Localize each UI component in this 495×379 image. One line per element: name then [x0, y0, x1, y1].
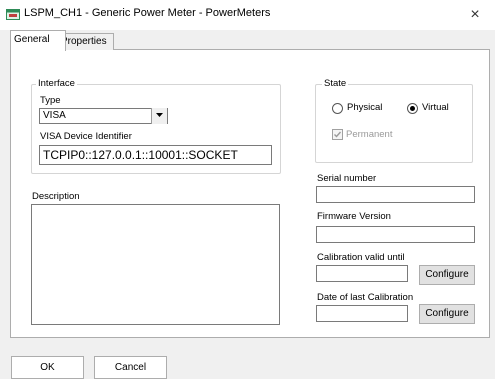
type-selected-value: VISA [43, 110, 66, 121]
cancel-button[interactable]: Cancel [94, 356, 167, 379]
tab-properties[interactable]: Properties [58, 33, 114, 50]
configure-calibration-valid-button[interactable]: Configure [419, 265, 475, 285]
virtual-label: Virtual [422, 102, 449, 113]
permanent-checkbox[interactable] [332, 129, 343, 140]
date-last-calibration-label: Date of last Calibration [317, 292, 414, 303]
serial-number-label: Serial number [317, 173, 377, 184]
visa-identifier-label: VISA Device Identifier [40, 131, 132, 142]
type-combobox[interactable]: VISA [39, 108, 168, 124]
ok-button[interactable]: OK [11, 356, 84, 379]
checkmark-icon [334, 131, 342, 138]
date-last-calibration-input[interactable] [316, 305, 408, 322]
physical-label: Physical [347, 102, 383, 113]
calibration-valid-until-label: Calibration valid until [317, 252, 405, 263]
permanent-label: Permanent [346, 129, 393, 140]
state-group-label: State [322, 78, 349, 89]
calibration-valid-until-input[interactable] [316, 265, 408, 282]
firmware-version-label: Firmware Version [317, 211, 391, 222]
app-window-icon [6, 7, 20, 21]
virtual-radio[interactable] [407, 103, 418, 114]
serial-number-input[interactable] [316, 186, 475, 203]
configure-last-calibration-button[interactable]: Configure [419, 304, 475, 324]
description-textarea[interactable] [31, 204, 280, 325]
tab-general[interactable]: General [10, 30, 66, 51]
firmware-version-input[interactable] [316, 226, 475, 243]
type-label: Type [40, 95, 61, 106]
interface-group-label: Interface [36, 78, 77, 89]
description-label: Description [32, 191, 80, 202]
state-group [315, 84, 473, 163]
visa-identifier-input[interactable]: TCPIP0::127.0.0.1::10001::SOCKET [39, 145, 272, 165]
visa-identifier-value: TCPIP0::127.0.0.1::10001::SOCKET [43, 148, 238, 162]
close-icon[interactable]: × [462, 4, 488, 26]
chevron-down-icon[interactable] [151, 108, 167, 124]
window-title: LSPM_CH1 - Generic Power Meter - PowerMe… [24, 7, 271, 19]
physical-radio[interactable] [332, 103, 343, 114]
